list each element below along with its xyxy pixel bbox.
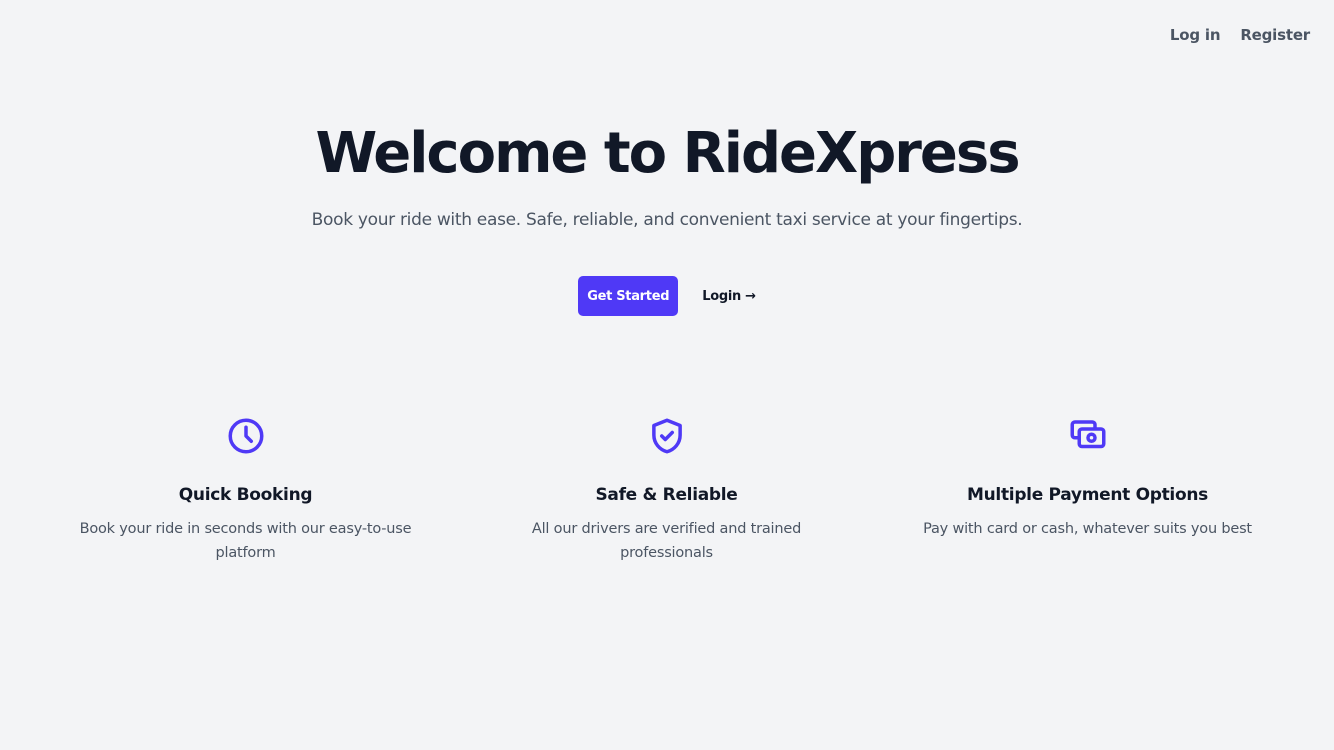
top-nav: Log in Register [1170, 26, 1310, 44]
feature-title: Safe & Reliable [595, 485, 738, 505]
feature-title: Multiple Payment Options [967, 485, 1208, 505]
feature-description: Pay with card or cash, whatever suits yo… [923, 521, 1252, 537]
feature-payment-options: Multiple Payment Options Pay with card o… [877, 414, 1298, 565]
register-link[interactable]: Register [1240, 26, 1310, 44]
cta-group: Get Started Login → [0, 276, 1334, 316]
feature-description: Book your ride in seconds with our easy-… [79, 521, 412, 561]
page-title: Welcome to RideXpress [315, 121, 1020, 186]
cash-icon [1066, 414, 1110, 458]
shield-check-icon [645, 414, 689, 458]
clock-icon [224, 414, 268, 458]
get-started-button[interactable]: Get Started [578, 276, 679, 316]
login-button[interactable]: Login → [702, 289, 756, 304]
feature-quick-booking: Quick Booking Book your ride in seconds … [35, 414, 456, 565]
hero-subtitle: Book your ride with ease. Safe, reliable… [311, 210, 1023, 230]
feature-description: All our drivers are verified and trained… [531, 521, 802, 561]
feature-safe-reliable: Safe & Reliable All our drivers are veri… [456, 414, 877, 565]
features: Quick Booking Book your ride in seconds … [35, 414, 1299, 565]
login-link[interactable]: Log in [1170, 26, 1221, 44]
feature-title: Quick Booking [178, 485, 313, 505]
hero: Welcome to RideXpress Book your ride wit… [0, 118, 1334, 230]
